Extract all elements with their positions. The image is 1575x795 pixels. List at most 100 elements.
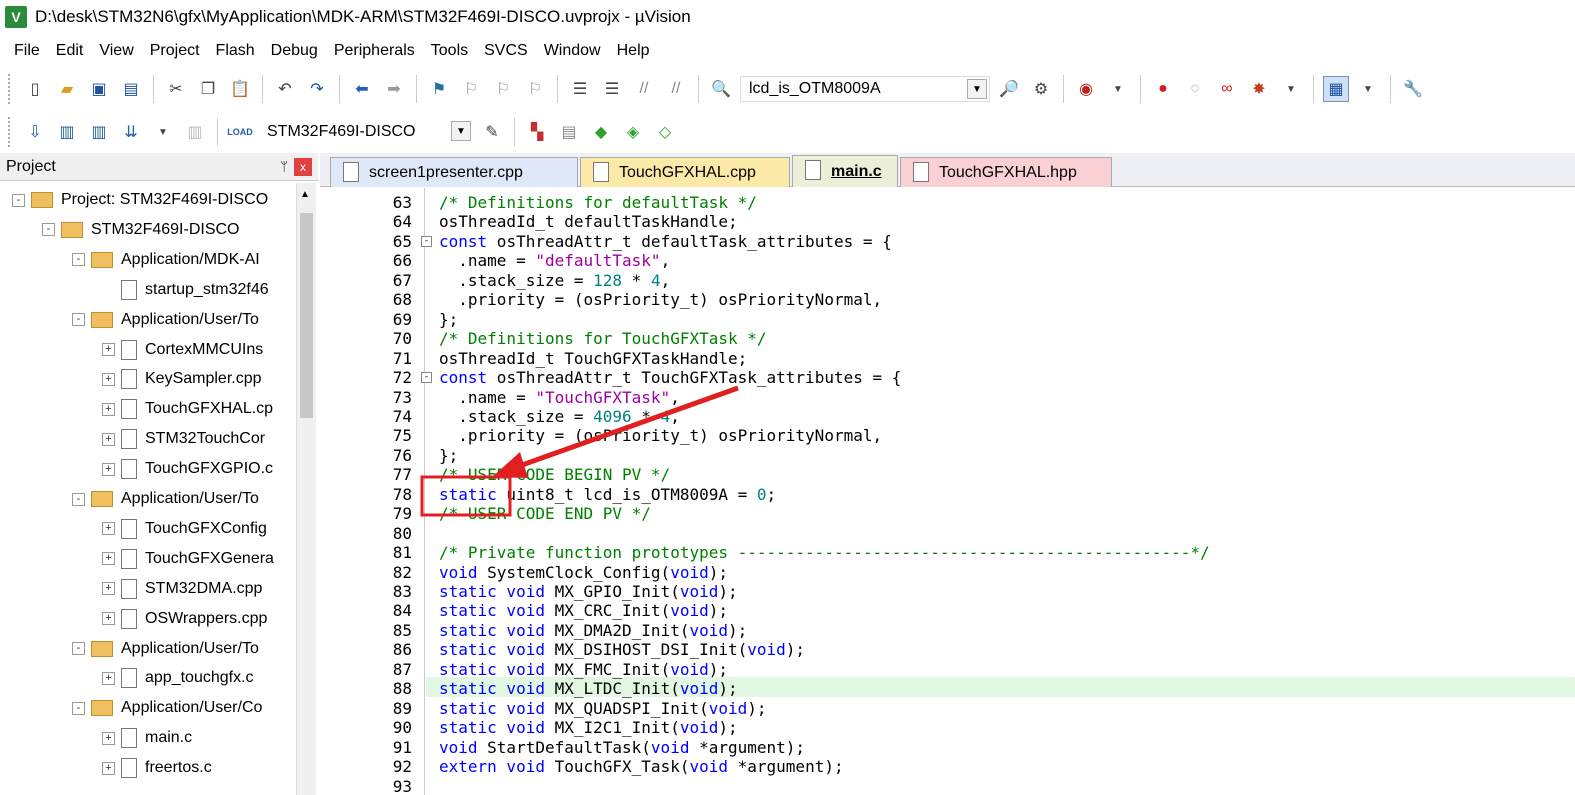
select-software-packs-icon[interactable]: ◈ (620, 119, 646, 145)
incremental-find-icon[interactable]: 🔎 (996, 76, 1022, 102)
nav-back-icon[interactable]: ⬅ (349, 76, 375, 102)
prev-bookmark-icon[interactable]: ⚐ (458, 76, 484, 102)
tree-item[interactable]: + STM32TouchCor (102, 424, 265, 454)
expand-icon[interactable]: + (102, 731, 115, 745)
expand-icon[interactable]: + (102, 552, 115, 566)
breakpoint-dropdown-icon[interactable]: ▼ (1278, 76, 1304, 102)
bookmark-icon[interactable]: ⚑ (426, 76, 452, 102)
tree-item[interactable]: - Application/User/To (72, 484, 259, 514)
build-icon[interactable]: ▥ (54, 119, 80, 145)
layout-dropdown-icon[interactable]: ▼ (1355, 76, 1381, 102)
translate-icon[interactable]: ⇩ (22, 119, 48, 145)
disable-breakpoint-icon[interactable]: ○ (1182, 76, 1208, 102)
target-combo[interactable]: STM32F469I-DISCO ▼ (259, 119, 473, 145)
save-icon[interactable]: ▣ (86, 76, 112, 102)
code-line[interactable]: static uint8_t lcd_is_OTM8009A = 0; (439, 485, 776, 504)
tree-item[interactable]: startup_stm32f46 (102, 275, 269, 305)
redo-icon[interactable]: ↷ (304, 76, 330, 102)
download-icon[interactable]: LOAD (227, 119, 253, 145)
tree-item[interactable]: + TouchGFXGPIO.c (102, 454, 273, 484)
toolbar-grip[interactable] (8, 74, 12, 104)
disable-all-breakpoints-icon[interactable]: ∞ (1214, 76, 1240, 102)
menu-edit[interactable]: Edit (48, 42, 92, 60)
find-in-files-icon[interactable]: 🔍 (708, 76, 734, 102)
expand-icon[interactable]: + (102, 402, 115, 416)
editor-tab[interactable]: TouchGFXHAL.cpp (580, 157, 790, 187)
file-extensions-icon[interactable]: ▤ (556, 119, 582, 145)
code-line[interactable]: }; (439, 446, 458, 465)
chevron-down-icon[interactable]: ▼ (451, 121, 471, 141)
expand-icon[interactable]: + (102, 671, 115, 685)
tree-item[interactable]: + app_touchgfx.c (102, 663, 254, 693)
pin-icon[interactable]: ᛘ (280, 159, 288, 174)
code-line[interactable]: static void MX_GPIO_Init(void); (439, 582, 738, 601)
code-line[interactable]: static void MX_DSIHOST_DSI_Init(void); (439, 640, 805, 659)
code-line[interactable]: .name = "defaultTask", (439, 251, 670, 270)
expand-icon[interactable]: + (102, 432, 115, 446)
tree-item[interactable]: - STM32F469I-DISCO (42, 215, 239, 245)
code-line[interactable]: /* Definitions for TouchGFXTask */ (439, 329, 767, 348)
tree-item[interactable]: + CortexMMCUIns (102, 335, 263, 365)
code-line[interactable]: .priority = (osPriority_t) osPriorityNor… (439, 290, 882, 309)
menu-project[interactable]: Project (142, 42, 208, 60)
tree-item[interactable]: - Application/User/To (72, 305, 259, 335)
code-line[interactable]: osThreadId_t TouchGFXTaskHandle; (439, 349, 747, 368)
chevron-down-icon[interactable]: ▼ (967, 79, 987, 99)
code-line[interactable]: void StartDefaultTask(void *argument); (439, 738, 805, 757)
menu-svcs[interactable]: SVCS (476, 42, 536, 60)
collapse-icon[interactable]: - (42, 223, 55, 237)
breakpoint-icon[interactable]: ● (1150, 76, 1176, 102)
tree-item[interactable]: - Project: STM32F469I-DISCO (12, 185, 268, 215)
code-line[interactable]: /* Definitions for defaultTask */ (439, 193, 757, 212)
code-line[interactable]: .stack_size = 128 * 4, (439, 271, 670, 290)
tree-item[interactable]: + freertos.c (102, 753, 212, 783)
unindent-icon[interactable]: ☰ (599, 76, 625, 102)
expand-icon[interactable]: + (102, 462, 115, 476)
kill-breakpoints-icon[interactable]: ✸ (1246, 76, 1272, 102)
cut-icon[interactable]: ✂ (163, 76, 189, 102)
menu-tools[interactable]: Tools (423, 42, 476, 60)
collapse-icon[interactable]: - (72, 313, 85, 327)
tree-item[interactable]: - Application/User/Co (72, 693, 262, 723)
menu-flash[interactable]: Flash (208, 42, 263, 60)
expand-icon[interactable]: + (102, 343, 115, 356)
code-line[interactable]: /* USER CODE END PV */ (439, 504, 651, 523)
collapse-icon[interactable]: - (72, 253, 85, 267)
tree-item[interactable]: + main.c (102, 723, 192, 753)
next-bookmark-icon[interactable]: ⚐ (490, 76, 516, 102)
close-icon[interactable]: x (294, 158, 312, 176)
collapse-icon[interactable]: - (72, 492, 85, 506)
code-line[interactable]: void SystemClock_Config(void); (439, 563, 728, 582)
batch-dropdown-icon[interactable]: ▼ (150, 119, 176, 145)
tree-item[interactable]: - Application/MDK-AI (72, 245, 260, 275)
code-line[interactable]: }; (439, 310, 458, 329)
code-line[interactable]: osThreadId_t defaultTaskHandle; (439, 212, 738, 231)
debug-session-icon[interactable]: ◉ (1073, 76, 1099, 102)
menu-window[interactable]: Window (536, 42, 609, 60)
fold-toggle-icon[interactable]: - (421, 372, 432, 384)
clear-bookmarks-icon[interactable]: ⚐ (522, 76, 548, 102)
tree-item[interactable]: + KeySampler.cpp (102, 364, 262, 394)
menu-debug[interactable]: Debug (263, 42, 326, 60)
code-line[interactable]: static void MX_FMC_Init(void); (439, 660, 728, 679)
code-line[interactable]: static void MX_DMA2D_Init(void); (439, 621, 747, 640)
tree-scrollbar[interactable]: ▲ (296, 183, 316, 795)
uncomment-icon[interactable]: // (663, 76, 689, 102)
fold-toggle-icon[interactable]: - (421, 235, 432, 247)
collapse-icon[interactable]: - (72, 642, 85, 655)
code-line[interactable]: .name = "TouchGFXTask", (439, 388, 680, 407)
batch-build-icon[interactable]: ⇊ (118, 119, 144, 145)
tree-item[interactable]: + TouchGFXConfig (102, 514, 267, 544)
expand-icon[interactable]: + (102, 522, 115, 536)
collapse-icon[interactable]: - (72, 701, 85, 715)
scroll-up-icon[interactable]: ▲ (300, 189, 310, 200)
menu-help[interactable]: Help (609, 42, 658, 60)
new-file-icon[interactable]: ▯ (22, 76, 48, 102)
comment-icon[interactable]: // (631, 76, 657, 102)
code-line[interactable]: const osThreadAttr_t TouchGFXTask_attrib… (439, 368, 901, 387)
run-time-environment-icon[interactable]: ◇ (652, 119, 678, 145)
tree-item[interactable]: - Application/User/To (72, 634, 259, 664)
menu-peripherals[interactable]: Peripherals (326, 42, 423, 60)
expand-icon[interactable]: + (102, 612, 115, 626)
configure-icon[interactable]: 🔧 (1400, 76, 1426, 102)
